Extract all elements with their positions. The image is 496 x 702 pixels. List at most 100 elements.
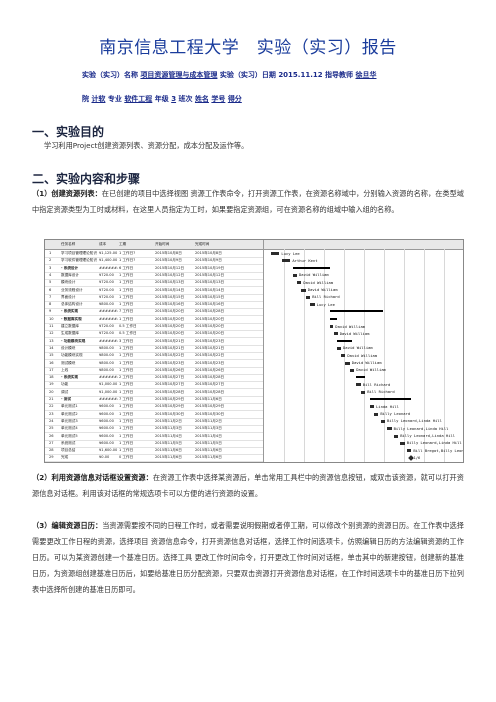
- gantt-bar-label: Bill Richard: [362, 381, 391, 387]
- gantt-cell-start: 2015年11月2日: [155, 418, 182, 423]
- gantt-cell-cost: ¥600.00: [99, 418, 114, 423]
- gantt-cell-dur: 1 工作日: [119, 360, 134, 365]
- gantt-cell-cost: ¥800.00: [99, 353, 114, 358]
- class-label: 班次: [178, 95, 193, 103]
- teacher-label: 指导教师: [325, 71, 354, 79]
- gantt-cell-end: 2015年10月27日: [195, 382, 225, 387]
- gantt-bar-label: David William: [356, 367, 386, 373]
- gantt-timeline: Lucy Lee Arthur Kent David William David Wi…: [263, 240, 463, 462]
- gantt-cell-name: - 系统设计: [61, 265, 79, 270]
- step-3-text: 当资源需要按不同的日程工作时，或者需要说明假期或者停工期，可以修改个别资源的资源…: [32, 521, 464, 594]
- gantt-cell-cost: ########: [99, 338, 118, 343]
- gantt-cell-id: 5: [49, 280, 52, 285]
- gantt-cell-dur: 1 工作日: [119, 389, 134, 394]
- gantt-bar: [356, 376, 366, 379]
- gantt-cell-start: 2015年10月9日: [155, 258, 182, 263]
- gantt-cell-name: 单元测试4: [61, 426, 78, 431]
- gantt-cell-end: 2015年10月15日: [195, 294, 225, 299]
- gantt-cell-end: 2015年10月20日: [195, 331, 225, 336]
- gantt-cell-dur: 1 工作日: [119, 418, 134, 423]
- gantt-bar-label: David William: [347, 352, 378, 358]
- gantt-cell-name: 总体结构设计: [61, 302, 83, 307]
- gantt-cell-name: 界面设计: [61, 294, 76, 299]
- gantt-cell-name: 项目总结: [61, 448, 76, 453]
- gantt-cell-start: 2015年10月21日: [155, 338, 185, 343]
- gantt-bar: [341, 354, 346, 358]
- gantt-cell-end: 2015年10月22日: [195, 353, 225, 358]
- gantt-cell-id: 13: [49, 338, 54, 343]
- gantt-bar: [330, 317, 337, 320]
- gantt-cell-cost: ¥600.00: [99, 411, 114, 416]
- gantt-cell-start: 2015年10月15日: [155, 294, 185, 299]
- gantt-cell-name: 调试: [61, 389, 69, 394]
- gantt-cell-end: 2015年10月23日: [195, 338, 225, 343]
- major-value: 软件工程: [124, 95, 153, 103]
- gantt-cell-id: 25: [49, 426, 54, 431]
- gantt-cell-id: 1: [49, 251, 52, 255]
- section-1-text: 学习利用Project创建资源列表、资源分配，成本分配及运作等。: [44, 141, 249, 150]
- gantt-chart-screenshot: 任务名称 成本 工期 开始时间 完成时间 1 学习项目管理理论知识 ¥1,125.00 1 工…: [44, 239, 464, 463]
- gantt-cell-name: 生成数据库: [61, 331, 79, 336]
- gantt-cell-dur: 1 工作日: [119, 302, 134, 307]
- gantt-cell-name: 功能模块实现: [61, 353, 83, 358]
- gantt-cell-start: 2015年10月21日: [155, 345, 185, 350]
- gantt-column-header: 工期: [119, 242, 127, 246]
- step-2-paragraph: （2）利用资源信息对话框设置资源：在资源工作表中选择某资源后，单击常用工具栏中的…: [32, 470, 464, 502]
- gantt-bar: [349, 368, 355, 372]
- gantt-bar: [360, 390, 366, 394]
- gantt-cell-cost: ¥800.00: [99, 360, 114, 365]
- gantt-bar: [400, 441, 405, 445]
- gantt-cell-cost: ¥600.00: [99, 440, 114, 445]
- gantt-bar-label: David William: [351, 360, 382, 365]
- name-label: 姓名: [194, 95, 209, 103]
- gantt-cell-cost: ########: [99, 375, 118, 380]
- gantt-cell-dur: 1 工作日: [119, 426, 134, 431]
- gantt-cell-end: 2015年10月19日: [195, 265, 225, 270]
- gantt-cell-end: 2015年10月29日: [195, 404, 225, 409]
- report-page: 南京信息工程大学 实验（实习）报告 实验（实习）名称 项目资源管理与成本管理 实…: [0, 0, 496, 702]
- meta-line-2: 院 计软 专业 软件工程 年级 3 班次 姓名 学号 得分: [82, 94, 242, 104]
- id-label: 学号: [211, 95, 226, 103]
- gantt-cell-end: 2015年10月20日: [195, 316, 225, 321]
- gantt-cell-end: 2015年11月5日: [195, 440, 222, 445]
- gantt-bar: [336, 346, 341, 350]
- gantt-cell-name: - 数据库实现: [61, 316, 82, 321]
- gantt-bar: [374, 412, 379, 416]
- gantt-bar-label: Billy Leonard,Linda Hill: [387, 418, 442, 424]
- gantt-cell-end: 2015年10月30日: [195, 411, 225, 416]
- gantt-cell-start: 2015年10月12日: [155, 272, 185, 277]
- gantt-cell-end: 2015年11月6日: [195, 448, 222, 453]
- gantt-cell-cost: ¥720.00: [99, 294, 114, 299]
- gantt-cell-dur: 1 工作日: [119, 433, 134, 438]
- gantt-cell-end: 2015年10月28日: [195, 389, 225, 394]
- gantt-cell-cost: ¥1,000.00: [99, 389, 118, 394]
- gantt-column-header: 任务名称: [61, 242, 76, 246]
- gantt-column-header: 开始时间: [155, 242, 170, 246]
- step-1-paragraph: （1）创建资源列表：在已创建的项目中选择视图 资源工作表命令，打开资源工作表，在…: [32, 186, 464, 218]
- gantt-cell-dur: 1 工作日: [119, 448, 134, 453]
- gantt-cell-dur: 1 工作日: [119, 367, 134, 372]
- gantt-cell-id: 28: [49, 448, 54, 453]
- gantt-cell-name: - 功能模块实现: [61, 338, 86, 343]
- gantt-bar: [334, 332, 338, 336]
- gantt-cell-start: 2015年10月20日: [155, 331, 185, 336]
- gantt-cell-start: 2015年11月4日: [155, 433, 182, 438]
- gantt-cell-id: 6: [49, 287, 52, 292]
- gantt-bar-label: Linda Hill: [376, 403, 399, 409]
- gantt-cell-id: 4: [49, 272, 52, 277]
- gantt-cell-start: 2015年10月12日: [155, 265, 185, 270]
- gantt-cell-dur: 7 工作日: [119, 309, 134, 314]
- gantt-cell-name: 上线: [61, 367, 69, 372]
- gantt-cell-dur: 1 工作日: [119, 294, 134, 299]
- gantt-cell-start: 2015年10月22日: [155, 353, 185, 358]
- gantt-cell-cost: ¥800.00: [99, 367, 114, 372]
- gantt-cell-id: 8: [49, 302, 52, 307]
- gantt-cell-start: 2015年10月8日: [155, 251, 182, 255]
- gantt-cell-dur: 2 工作日: [119, 375, 134, 380]
- gantt-cell-start: 2015年10月20日: [155, 316, 185, 321]
- gantt-cell-id: 12: [49, 331, 54, 336]
- gantt-cell-end: 2015年10月28日: [195, 309, 225, 314]
- gantt-cell-end: 2015年10月26日: [195, 367, 225, 372]
- date-value: 2015.11.12: [278, 71, 323, 79]
- gantt-cell-name: 建立数据库: [61, 324, 79, 328]
